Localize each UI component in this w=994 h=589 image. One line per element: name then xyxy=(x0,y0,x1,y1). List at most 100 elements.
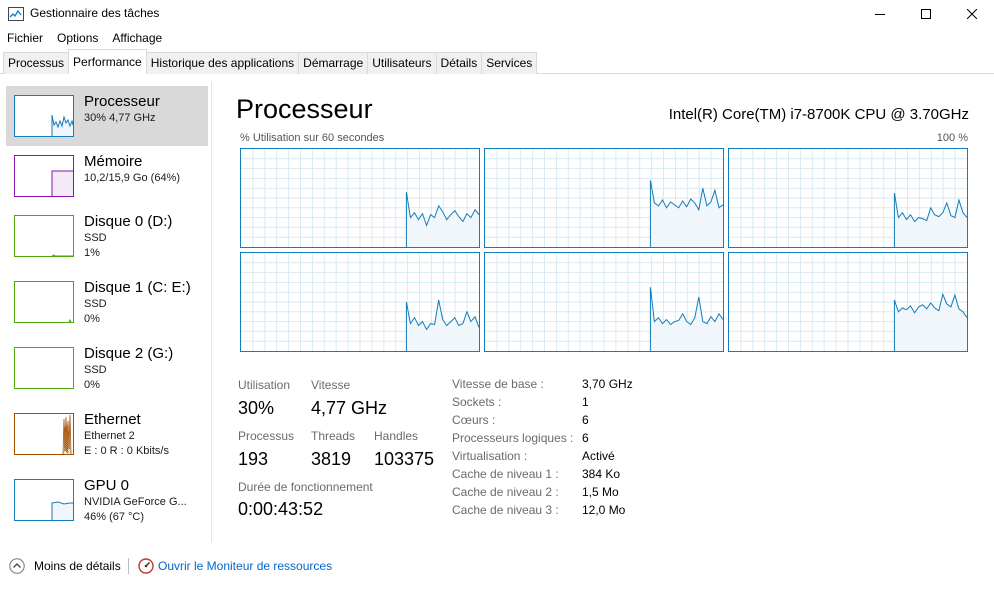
cpu-core-graph xyxy=(728,148,968,248)
close-icon xyxy=(967,9,977,19)
cpu-core-graph xyxy=(484,252,724,352)
core-usage-area xyxy=(406,300,479,351)
sidebar-item-disque-2[interactable]: Disque 2 (G:) SSD 0% xyxy=(6,338,208,398)
detail-label: Vitesse de base : xyxy=(452,377,544,391)
cpu-core-chart xyxy=(485,149,723,247)
disk-thumbnail-graph xyxy=(14,215,74,257)
disk-thumbnail-graph xyxy=(14,347,74,389)
detail-value: 1 xyxy=(582,395,589,409)
menu-affichage[interactable]: Affichage xyxy=(105,29,169,49)
graph-caption: % Utilisation sur 60 secondes xyxy=(240,132,385,144)
sidebar-title: Disque 2 (G:) xyxy=(84,345,174,362)
sidebar-subtitle: 10,2/15,9 Go (64%) xyxy=(84,172,181,184)
detail-value: Activé xyxy=(582,449,615,463)
detail-label: Cache de niveau 2 : xyxy=(452,485,559,499)
core-usage-area xyxy=(650,287,723,351)
sidebar-item-processeur[interactable]: Processeur 30% 4,77 GHz xyxy=(6,86,208,146)
tab-processus[interactable]: Processus xyxy=(3,52,70,74)
maximize-button[interactable] xyxy=(903,0,949,28)
menu-bar: Fichier Options Affichage xyxy=(0,29,169,49)
sidebar-subtitle: SSD xyxy=(84,232,107,244)
chevron-up-icon[interactable] xyxy=(9,558,25,574)
window-title: Gestionnaire des tâches xyxy=(30,6,160,20)
sidebar-item-memoire[interactable]: Mémoire 10,2/15,9 Go (64%) xyxy=(6,146,208,206)
tab-utilisateurs[interactable]: Utilisateurs xyxy=(367,52,437,74)
cpu-core-chart xyxy=(729,253,967,351)
menu-fichier[interactable]: Fichier xyxy=(0,29,50,49)
cpu-thumbnail-graph xyxy=(14,95,74,137)
resource-monitor-icon[interactable] xyxy=(138,558,154,574)
detail-label: Cœurs : xyxy=(452,413,496,427)
tab-demarrage[interactable]: Démarrage xyxy=(298,52,369,74)
core-usage-area xyxy=(650,180,723,247)
tab-details[interactable]: Détails xyxy=(435,52,483,74)
memory-thumbnail-graph xyxy=(14,155,74,197)
cpu-core-chart xyxy=(241,149,479,247)
threads-label: Threads xyxy=(311,429,356,443)
sidebar-title: GPU 0 xyxy=(84,477,130,494)
sidebar-item-ethernet[interactable]: Ethernet Ethernet 2 E : 0 R : 0 Kbits/s xyxy=(6,404,208,464)
detail-label: Processeurs logiques : xyxy=(452,431,574,445)
detail-value: 384 Ko xyxy=(582,467,621,481)
handles-label: Handles xyxy=(374,429,419,443)
cpu-model: Intel(R) Core(TM) i7-8700K CPU @ 3.70GHz xyxy=(668,106,969,123)
uptime-label: Durée de fonctionnement xyxy=(238,480,373,494)
minimize-icon xyxy=(875,14,885,15)
core-usage-area xyxy=(406,192,479,247)
detail-value: 6 xyxy=(582,431,589,445)
sidebar-subtitle: 30% 4,77 GHz xyxy=(84,112,156,124)
handles-value: 103375 xyxy=(374,449,435,469)
minimize-button[interactable] xyxy=(857,0,903,28)
sidebar-item-disque-1[interactable]: Disque 1 (C: E:) SSD 0% xyxy=(6,272,208,332)
detail-value: 1,5 Mo xyxy=(582,485,619,499)
detail-value: 12,0 Mo xyxy=(582,503,626,517)
sidebar-item-gpu-0[interactable]: GPU 0 NVIDIA GeForce G... 46% (67 °C) xyxy=(6,470,208,530)
task-manager-icon xyxy=(8,7,24,21)
sidebar-subtitle: NVIDIA GeForce G... xyxy=(84,496,187,508)
sidebar-subtitle: SSD xyxy=(84,364,107,376)
cpu-core-graph xyxy=(240,252,480,352)
cpu-core-chart xyxy=(729,149,967,247)
sidebar-title: Processeur xyxy=(84,93,160,110)
cpu-core-graph xyxy=(240,148,480,248)
sidebar-subtitle: 0% xyxy=(84,379,100,391)
close-button[interactable] xyxy=(949,0,994,28)
sidebar-subtitle: SSD xyxy=(84,298,107,310)
tab-strip: Processus Performance Historique des app… xyxy=(3,49,538,74)
disk-thumbnail-graph xyxy=(14,281,74,323)
sidebar-title: Disque 0 (D:) xyxy=(84,213,173,230)
menu-options[interactable]: Options xyxy=(50,29,105,49)
utilisation-value: 30% xyxy=(238,398,275,418)
core-usage-area xyxy=(894,193,967,247)
resource-sidebar: Processeur 30% 4,77 GHz Mémoire 10,2/15,… xyxy=(0,82,212,542)
sidebar-title: Mémoire xyxy=(84,153,143,170)
tab-historique[interactable]: Historique des applications xyxy=(145,52,300,74)
processus-value: 193 xyxy=(238,449,269,469)
resource-monitor-link[interactable]: Ouvrir le Moniteur de ressources xyxy=(158,559,332,573)
sidebar-subtitle: 0% xyxy=(84,313,100,325)
detail-label: Sockets : xyxy=(452,395,502,409)
detail-value: 6 xyxy=(582,413,589,427)
sidebar-title: Disque 1 (C: E:) xyxy=(84,279,191,296)
cpu-core-chart xyxy=(241,253,479,351)
tab-performance[interactable]: Performance xyxy=(68,49,147,74)
graph-max-label: 100 % xyxy=(936,132,968,144)
detail-label: Cache de niveau 3 : xyxy=(452,503,559,517)
cpu-core-graphs xyxy=(240,148,968,352)
gpu-thumbnail-graph xyxy=(14,479,74,521)
ethernet-thumbnail-graph xyxy=(14,413,74,455)
sidebar-subtitle: Ethernet 2 xyxy=(84,430,135,442)
utilisation-label: Utilisation xyxy=(238,378,291,392)
less-details-button[interactable]: Moins de détails xyxy=(34,559,121,573)
title-bar[interactable]: Gestionnaire des tâches xyxy=(0,0,994,28)
sidebar-item-disque-0[interactable]: Disque 0 (D:) SSD 1% xyxy=(6,206,208,266)
cpu-core-chart xyxy=(485,253,723,351)
sidebar-subtitle: E : 0 R : 0 Kbits/s xyxy=(84,445,169,457)
uptime-value: 0:00:43:52 xyxy=(238,499,324,519)
tab-services[interactable]: Services xyxy=(481,52,538,74)
threads-value: 3819 xyxy=(311,449,352,469)
page-title: Processeur xyxy=(236,94,373,124)
cpu-core-graph xyxy=(728,252,968,352)
detail-label: Virtualisation : xyxy=(452,449,528,463)
detail-value: 3,70 GHz xyxy=(582,377,633,391)
